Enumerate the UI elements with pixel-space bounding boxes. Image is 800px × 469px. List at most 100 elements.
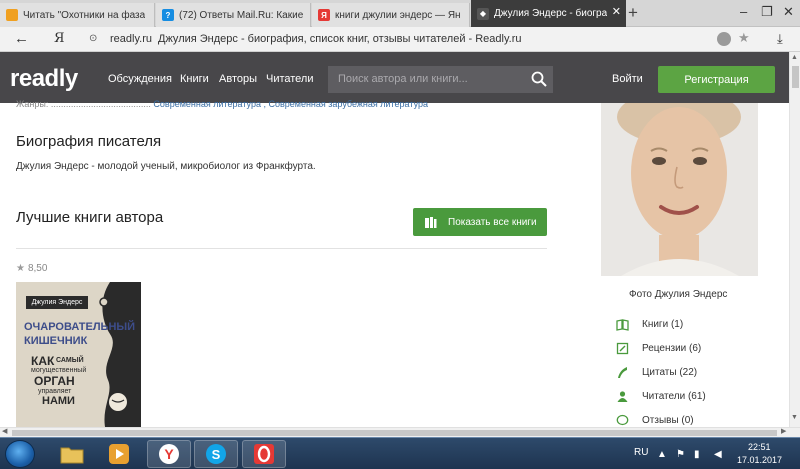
- yandex-favicon-icon: Я: [318, 9, 330, 21]
- media-player-icon: [109, 444, 129, 464]
- media-player-taskbar-button[interactable]: [97, 440, 141, 468]
- readly-logo[interactable]: readly: [10, 65, 78, 93]
- scroll-down-icon[interactable]: ▼: [791, 414, 798, 421]
- genre-line: Жанры: .................................…: [16, 99, 428, 109]
- sidebar-item-label: Читатели (61): [642, 391, 706, 402]
- restore-icon[interactable]: ❐: [761, 4, 773, 20]
- cover-title-line1: ОЧАРОВАТЕЛЬНЫЙ: [24, 321, 136, 333]
- reviews-icon: [616, 342, 629, 355]
- explorer-taskbar-button[interactable]: [50, 440, 94, 468]
- page-info-icon[interactable]: ⊙: [89, 33, 97, 44]
- nav-readers[interactable]: Читатели: [266, 73, 314, 85]
- start-button[interactable]: [5, 440, 35, 468]
- sidebar-item-comments[interactable]: Отзывы (0): [616, 414, 694, 427]
- clock-date[interactable]: 17.01.2017: [737, 455, 782, 465]
- tab-title: Читать "Охотники на фаза: [23, 9, 146, 21]
- login-link[interactable]: Войти: [612, 73, 643, 85]
- star-icon: ★: [16, 263, 25, 274]
- keyboard-language[interactable]: RU: [634, 447, 648, 458]
- search-input[interactable]: Поиск автора или книги...: [328, 66, 553, 93]
- yandex-browser-icon: Y: [159, 444, 179, 464]
- sidebar-item-quotes[interactable]: Цитаты (22): [616, 366, 697, 379]
- nav-discussions[interactable]: Обсуждения: [108, 73, 172, 85]
- tab-title: (72) Ответы Mail.Ru: Какие —: [179, 9, 304, 21]
- svg-text:Y: Y: [164, 446, 174, 462]
- download-icon[interactable]: ⤓: [777, 31, 783, 47]
- protect-icon[interactable]: [717, 32, 731, 46]
- rating-value: 8,50: [27, 263, 48, 274]
- scroll-up-icon[interactable]: ▲: [791, 54, 798, 61]
- cover-title-line2: КИШЕЧНИК: [24, 335, 88, 347]
- svg-text:S: S: [212, 447, 221, 462]
- show-all-label: Показать все книги: [448, 216, 537, 228]
- sidebar-item-label: Книги (1): [642, 319, 684, 330]
- book-favicon-icon: [6, 9, 18, 21]
- sidebar-item-books[interactable]: Книги (1): [616, 318, 683, 331]
- book-rating: ★ 8,50: [16, 263, 47, 274]
- browser-tab[interactable]: Я книги джулии эндерс — Ян: [312, 3, 470, 27]
- url-host[interactable]: readly.ru: [110, 33, 152, 45]
- back-arrow-icon[interactable]: ←: [14, 30, 29, 47]
- sidebar-item-readers[interactable]: Читатели (61): [616, 390, 706, 403]
- scroll-right-icon[interactable]: ▶: [781, 427, 786, 435]
- best-books-heading: Лучшие книги автора: [16, 209, 164, 226]
- bio-text: Джулия Эндерс - молодой ученый, микробио…: [16, 161, 316, 172]
- tab-title: книги джулии эндерс — Ян: [335, 9, 461, 21]
- yandex-logo[interactable]: Я: [54, 31, 65, 46]
- close-tab-icon[interactable]: ✕: [612, 5, 621, 18]
- bookmark-star-icon[interactable]: ★: [738, 30, 750, 46]
- book-icon: [616, 319, 629, 331]
- register-button[interactable]: Регистрация: [658, 66, 775, 93]
- section-divider: [16, 248, 547, 249]
- photo-caption: Фото Джулия Эндерс: [629, 289, 728, 300]
- clock-time[interactable]: 22:51: [748, 442, 771, 452]
- network-icon[interactable]: ▮: [694, 449, 700, 460]
- yandex-browser-taskbar-button[interactable]: Y: [147, 440, 191, 468]
- cover-subtitle-2: САМЫЙ: [56, 357, 84, 364]
- cover-subtitle-6: НАМИ: [42, 395, 75, 407]
- browser-tab-strip: Читать "Охотники на фаза ? (72) Ответы M…: [0, 0, 800, 27]
- genre-links[interactable]: Современная литература , Современная зар…: [153, 99, 428, 109]
- readers-icon: [617, 391, 628, 402]
- new-tab-button[interactable]: +: [628, 3, 638, 23]
- search-icon[interactable]: [531, 71, 547, 87]
- readly-favicon-icon: ◆: [477, 7, 489, 20]
- horizontal-scrollbar[interactable]: ◀ ▶: [0, 427, 800, 437]
- close-window-icon[interactable]: ✕: [783, 4, 794, 20]
- sidebar-item-label: Рецензии (6): [642, 343, 702, 354]
- books-icon: [425, 216, 437, 228]
- comment-icon: [616, 414, 629, 426]
- url-page-title[interactable]: Джулия Эндерс - биография, список книг, …: [158, 33, 522, 45]
- skype-icon: S: [206, 444, 226, 464]
- nav-books[interactable]: Книги: [180, 73, 209, 85]
- scroll-left-icon[interactable]: ◀: [2, 427, 7, 435]
- skype-taskbar-button[interactable]: S: [194, 440, 238, 468]
- author-photo[interactable]: [601, 103, 758, 276]
- cover-illustration: [99, 282, 141, 432]
- page-scrollbar[interactable]: ▲ ▼: [789, 52, 800, 427]
- opera-icon: [254, 444, 274, 464]
- flag-icon[interactable]: ⚑: [676, 449, 685, 460]
- mail-favicon-icon: ?: [162, 9, 174, 21]
- nav-authors[interactable]: Авторы: [219, 73, 257, 85]
- browser-tab[interactable]: ? (72) Ответы Mail.Ru: Какие —: [156, 3, 311, 27]
- browser-tab-active[interactable]: ◆ Джулия Эндерс - биогра ✕: [471, 0, 626, 27]
- bio-heading: Биография писателя: [16, 133, 162, 150]
- sidebar-item-label: Отзывы (0): [642, 415, 694, 426]
- sidebar-item-label: Цитаты (22): [642, 367, 698, 378]
- site-header: readly Обсуждения Книги Авторы Читатели …: [0, 52, 789, 103]
- tray-expand-icon[interactable]: ▲: [657, 449, 667, 460]
- sidebar-item-reviews[interactable]: Рецензии (6): [616, 342, 701, 355]
- minimize-icon[interactable]: –: [740, 4, 747, 19]
- cover-subtitle-5: управляет: [38, 388, 72, 395]
- show-all-books-button[interactable]: Показать все книги: [413, 208, 547, 236]
- cover-subtitle-1: КАК: [31, 354, 55, 368]
- cover-subtitle-3: могущественный: [31, 367, 87, 374]
- book-cover[interactable]: Джулия Эндерс ОЧАРОВАТЕЛЬНЫЙ КИШЕЧНИК КА…: [16, 282, 141, 432]
- folder-icon: [60, 447, 84, 464]
- scrollbar-thumb[interactable]: [792, 66, 799, 88]
- browser-tab[interactable]: Читать "Охотники на фаза: [0, 3, 155, 27]
- scrollbar-thumb[interactable]: [12, 430, 777, 436]
- volume-icon[interactable]: ◀: [714, 449, 722, 460]
- opera-taskbar-button[interactable]: [242, 440, 286, 468]
